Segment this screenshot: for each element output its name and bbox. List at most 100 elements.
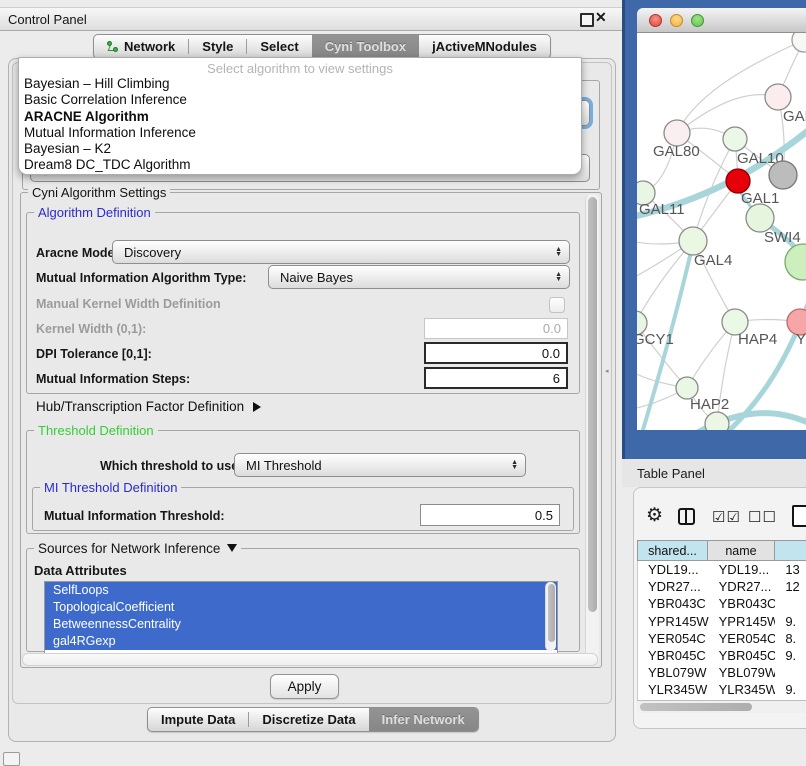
algorithm-option-aracne-algorithm[interactable]: ARACNE Algorithm: [19, 109, 581, 125]
table-cell[interactable]: YLR345W: [709, 681, 776, 698]
hub-definition-expander[interactable]: Hub/Transcription Factor Definition: [36, 399, 261, 414]
column-header-2[interactable]: [775, 540, 806, 561]
mi-steps-field[interactable]: 6: [424, 367, 568, 389]
table-hscrollbar[interactable]: [637, 700, 806, 713]
kernel-width-value: 0.0: [543, 321, 561, 336]
algorithm-option-dream8-dc-tdc-algorithm[interactable]: Dream8 DC_TDC Algorithm: [19, 157, 581, 173]
table-cell[interactable]: YPR145W: [709, 613, 776, 630]
kernel-width-field[interactable]: 0.0: [424, 318, 568, 339]
tab-select[interactable]: Select: [247, 35, 311, 58]
table-cell[interactable]: 9.: [775, 681, 806, 698]
table-cell[interactable]: 13: [775, 561, 806, 578]
table-cell[interactable]: YLR345W: [638, 681, 709, 698]
table-cell[interactable]: YBL079W: [638, 664, 709, 681]
tab-infer-network[interactable]: Infer Network: [369, 708, 478, 731]
tab-discretize-data[interactable]: Discretize Data: [249, 708, 368, 731]
dpi-tolerance-field[interactable]: 0.0: [424, 342, 568, 364]
network-window-titlebar[interactable]: [637, 8, 806, 33]
attribute-item-gal4rgexp[interactable]: gal4RGexp: [45, 633, 557, 650]
table-cell[interactable]: 12: [775, 578, 806, 595]
algorithm-option-basic-correlation-inference[interactable]: Basic Correlation Inference: [19, 92, 581, 108]
table-row[interactable]: YER054CYER054C8.: [638, 630, 806, 647]
aracne-mode-combo[interactable]: Discovery ▲▼: [112, 240, 570, 264]
algorithm-option-mutual-information-inference[interactable]: Mutual Information Inference: [19, 125, 581, 141]
attribute-item-betweennesscentrality[interactable]: BetweennessCentrality: [45, 616, 557, 633]
network-view-canvas[interactable]: GALGAL80GAL10GAL1GAL11SWI4GAL4GCY1HAP4YH…: [637, 33, 806, 430]
table-cell[interactable]: YBR043C: [638, 595, 709, 612]
table-cell[interactable]: YPR145W: [638, 613, 709, 630]
minimize-traffic-light-icon[interactable]: [670, 14, 683, 27]
attribute-item-selfloops[interactable]: SelfLoops: [45, 582, 557, 599]
tab-jactivemnodules[interactable]: jActiveMNodules: [419, 35, 550, 58]
data-attributes-list[interactable]: SelfLoopsTopologicalCoefficientBetweenne…: [44, 581, 558, 654]
table-row[interactable]: YBR045CYBR045C9.: [638, 647, 806, 664]
split-columns-icon[interactable]: [678, 508, 695, 525]
attributes-scrollbar-thumb[interactable]: [548, 584, 555, 642]
tab-cyni-toolbox[interactable]: Cyni Toolbox: [312, 35, 419, 58]
table-cell[interactable]: YDL19...: [709, 561, 776, 578]
manual-kernel-checkbox[interactable]: [549, 297, 565, 313]
mi-type-combo[interactable]: Naive Bayes ▲▼: [268, 265, 570, 289]
table-cell[interactable]: YER054C: [709, 630, 776, 647]
table-row[interactable]: YDR27...YDR27...12: [638, 578, 806, 595]
column-header-shared[interactable]: shared...: [637, 540, 708, 561]
deselect-checkboxes-icon[interactable]: ☐☐: [748, 508, 777, 526]
network-edge[interactable]: [677, 95, 778, 133]
network-node[interactable]: [792, 33, 806, 52]
table-cell[interactable]: YBR043C: [709, 595, 776, 612]
table-row[interactable]: YPR145WYPR145W9.: [638, 613, 806, 630]
network-node[interactable]: [705, 412, 729, 430]
table-cell[interactable]: YBR045C: [638, 647, 709, 664]
apply-button[interactable]: Apply: [270, 674, 339, 699]
minimized-panel-icon[interactable]: [3, 752, 20, 766]
table-cell[interactable]: YER054C: [638, 630, 709, 647]
table-row[interactable]: YBL079WYBL079W: [638, 664, 806, 681]
tab-impute-data[interactable]: Impute Data: [148, 708, 248, 731]
table-hscrollbar-thumb[interactable]: [640, 703, 752, 711]
table-settings-button[interactable]: ⚙: [646, 506, 663, 526]
table-cell[interactable]: YDR27...: [709, 578, 776, 595]
table-panel-titlebar[interactable]: Table Panel: [622, 459, 806, 487]
attributes-scrollbar[interactable]: [545, 582, 556, 651]
table-cell[interactable]: 8.: [775, 630, 806, 647]
select-all-checkboxes-icon[interactable]: ☑☑: [712, 508, 741, 526]
table-row[interactable]: YBR043CYBR043C: [638, 595, 806, 612]
node-attribute-table[interactable]: shared...nameYDL19...YDL19...13YDR27...Y…: [637, 540, 806, 700]
table-cell[interactable]: 9.: [775, 613, 806, 630]
settings-scrollbar[interactable]: [585, 194, 599, 664]
table-row[interactable]: YDL19...YDL19...13: [638, 561, 806, 578]
table-cell[interactable]: [775, 595, 806, 612]
mi-type-value: Naive Bayes: [280, 270, 353, 285]
sources-title[interactable]: Sources for Network Inference: [34, 541, 241, 556]
which-threshold-combo[interactable]: MI Threshold ▲▼: [234, 453, 526, 477]
network-node[interactable]: [769, 161, 797, 189]
attribute-item-topologicalcoefficient[interactable]: TopologicalCoefficient: [45, 599, 557, 616]
algorithm-option-bayesian-hill-climbing[interactable]: Bayesian – Hill Climbing: [19, 76, 581, 92]
document-icon[interactable]: [792, 505, 806, 527]
network-node-gal10[interactable]: [723, 127, 747, 151]
network-node[interactable]: [785, 244, 806, 280]
table-cell[interactable]: YDL19...: [638, 561, 709, 578]
control-panel-titlebar[interactable]: Control Panel: [0, 7, 622, 31]
tab-style[interactable]: Style: [189, 35, 246, 58]
network-node-gal4[interactable]: [679, 227, 707, 255]
network-node-swi4[interactable]: [746, 204, 774, 232]
table-cell[interactable]: [775, 664, 806, 681]
close-icon[interactable]: ✕: [595, 9, 607, 26]
table-cell[interactable]: 9.: [775, 647, 806, 664]
float-window-icon[interactable]: [580, 13, 594, 27]
column-header-name[interactable]: name: [708, 540, 775, 561]
table-row[interactable]: YLR345WYLR345W9.: [638, 681, 806, 698]
table-cell[interactable]: YDR27...: [638, 578, 709, 595]
mi-threshold-field[interactable]: 0.5: [420, 504, 560, 526]
settings-hscrollbar[interactable]: [22, 653, 598, 666]
close-traffic-light-icon[interactable]: [649, 14, 662, 27]
table-cell[interactable]: YBR045C: [709, 647, 776, 664]
zoom-traffic-light-icon[interactable]: [691, 14, 704, 27]
network-node-gal[interactable]: [765, 84, 791, 110]
settings-scrollbar-thumb[interactable]: [588, 197, 597, 612]
table-cell[interactable]: YBL079W: [709, 664, 776, 681]
algorithm-option-bayesian-k2[interactable]: Bayesian – K2: [19, 141, 581, 157]
splitter-handle[interactable]: ◂: [605, 369, 610, 375]
tab-network[interactable]: Network: [94, 35, 188, 58]
